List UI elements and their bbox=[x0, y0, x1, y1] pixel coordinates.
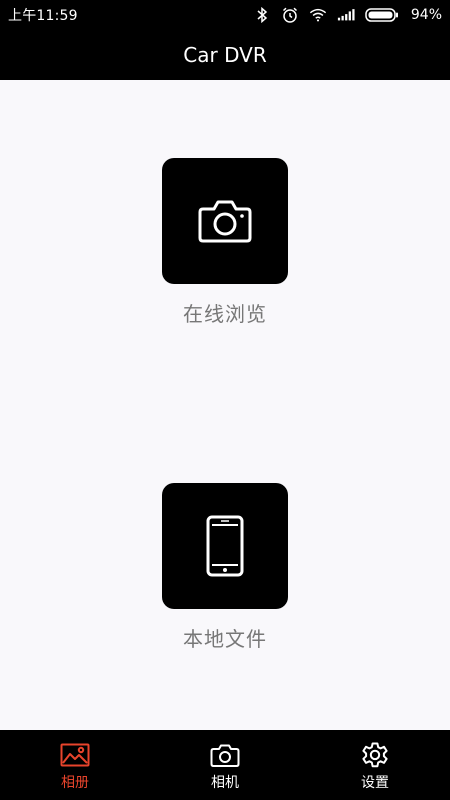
main-content: 在线浏览 本地文件 bbox=[0, 80, 450, 730]
status-bar: 上午11:59 94% bbox=[0, 0, 450, 30]
nav-item-settings[interactable]: 设置 bbox=[300, 730, 450, 800]
battery-percent: 94% bbox=[410, 7, 442, 23]
gear-icon bbox=[359, 740, 391, 770]
app-header: Car DVR bbox=[0, 30, 450, 80]
alarm-icon bbox=[281, 6, 299, 24]
wifi-icon bbox=[309, 6, 327, 24]
nav-item-camera[interactable]: 相机 bbox=[150, 730, 300, 800]
battery-icon bbox=[365, 8, 399, 22]
signal-icon bbox=[337, 6, 355, 24]
online-browse-button[interactable] bbox=[162, 158, 288, 284]
camera-icon bbox=[198, 200, 252, 243]
status-time: 上午11:59 bbox=[8, 8, 78, 24]
page-title: Car DVR bbox=[183, 43, 267, 67]
online-browse-feature: 在线浏览 bbox=[0, 158, 450, 327]
app-screen: 上午11:59 94% Car DVR 在线浏览 本地文件 相册 相机 设置 bbox=[0, 0, 450, 800]
bottom-nav: 相册 相机 设置 bbox=[0, 730, 450, 800]
local-files-label: 本地文件 bbox=[183, 627, 267, 651]
local-files-feature: 本地文件 bbox=[0, 483, 450, 652]
nav-label-album: 相册 bbox=[61, 775, 89, 791]
nav-item-album[interactable]: 相册 bbox=[0, 730, 150, 800]
nav-label-settings: 设置 bbox=[361, 775, 389, 791]
album-icon bbox=[59, 740, 91, 770]
status-icons: 94% bbox=[253, 6, 442, 24]
camera-icon bbox=[209, 740, 241, 770]
online-browse-label: 在线浏览 bbox=[183, 302, 267, 326]
nav-label-camera: 相机 bbox=[211, 775, 239, 791]
bluetooth-icon bbox=[253, 6, 271, 24]
phone-icon bbox=[206, 515, 244, 577]
local-files-button[interactable] bbox=[162, 483, 288, 609]
